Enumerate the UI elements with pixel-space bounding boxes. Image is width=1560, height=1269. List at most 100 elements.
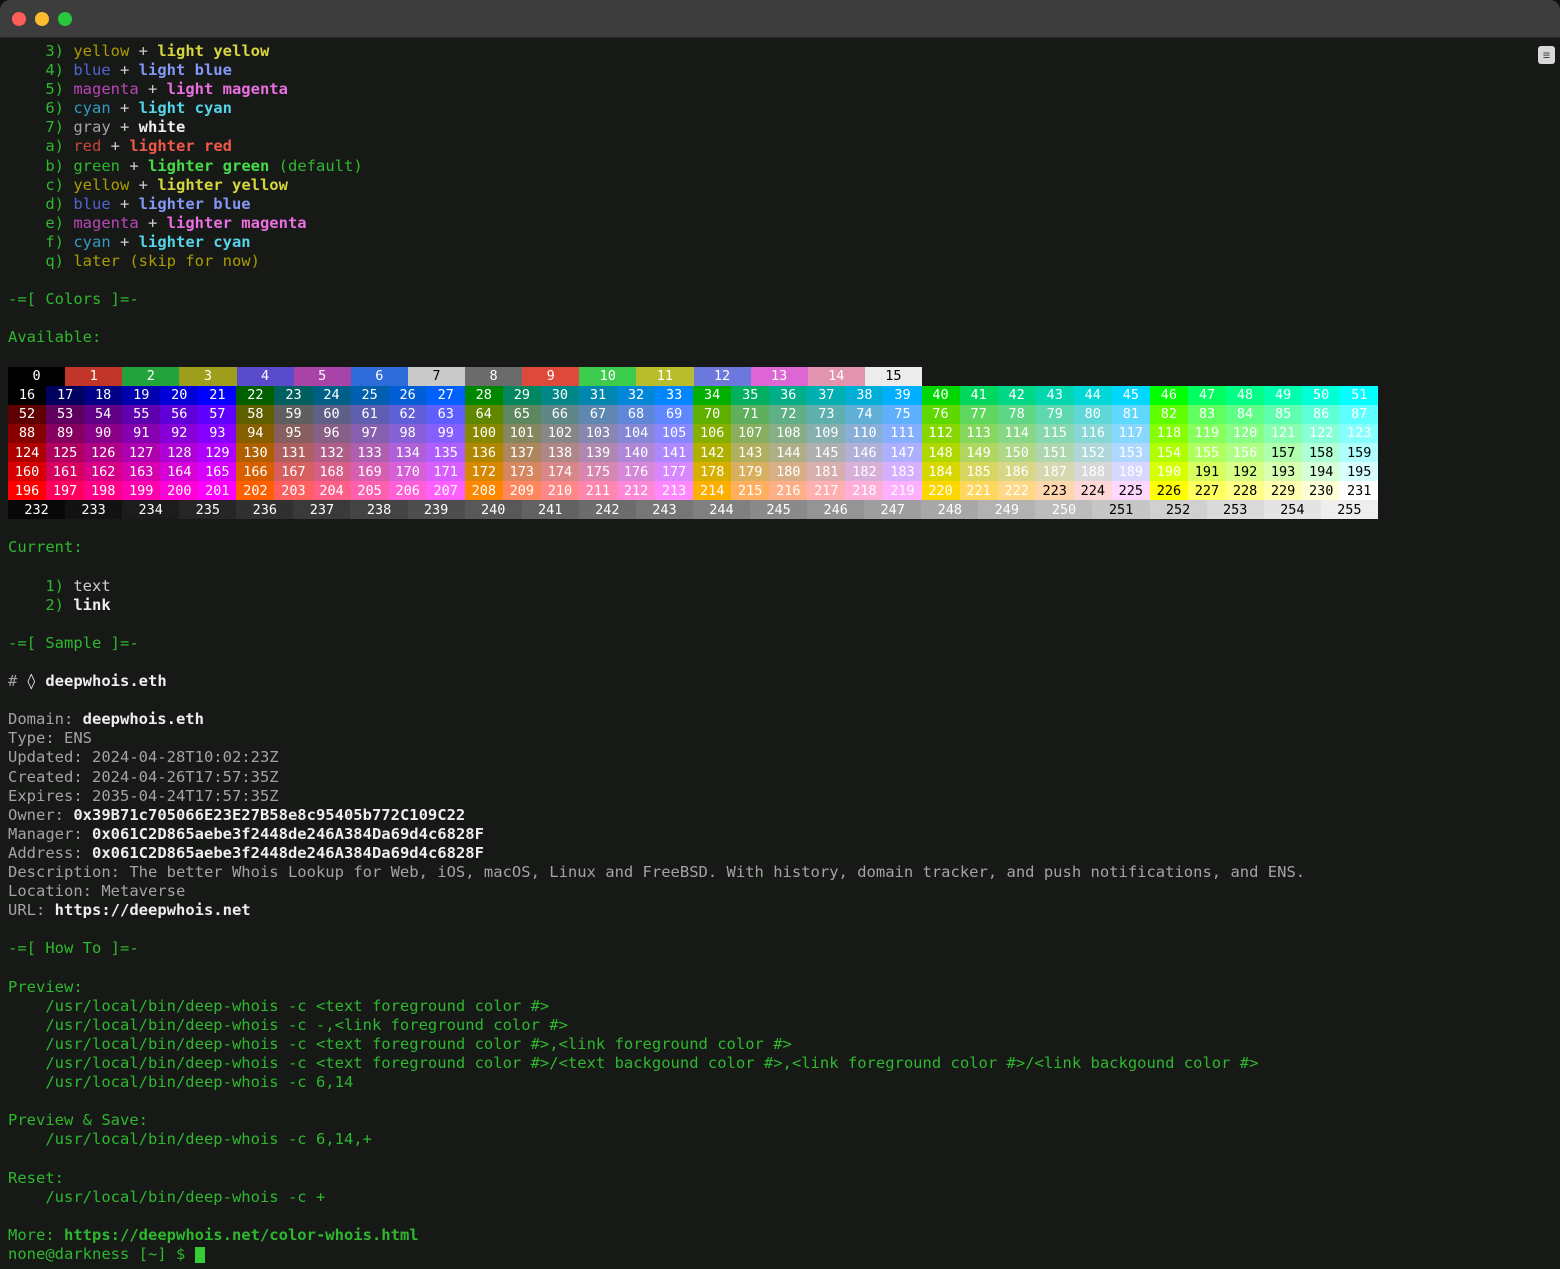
palette-cell: 251 <box>1092 500 1149 519</box>
text-segment: + <box>111 118 139 136</box>
text-segment: b) <box>8 157 73 175</box>
terminal-line: Manager: 0x061C2D865aebe3f2448de246A384D… <box>8 825 1560 844</box>
palette-cell: 112 <box>922 424 960 443</box>
palette-cell: 192 <box>1226 462 1264 481</box>
terminal-line: /usr/local/bin/deep-whois -c <text foreg… <box>8 1035 1560 1054</box>
palette-cell: 160 <box>8 462 46 481</box>
palette-cell: 166 <box>236 462 274 481</box>
palette-cell: 131 <box>274 443 312 462</box>
terminal-line: Domain: deepwhois.eth <box>8 710 1560 729</box>
palette-cell: 239 <box>408 500 465 519</box>
palette-cell: 105 <box>655 424 693 443</box>
palette-cell: 170 <box>389 462 427 481</box>
palette-cell: 169 <box>351 462 389 481</box>
terminal-line: Current: <box>8 538 1560 557</box>
terminal-line <box>8 348 1560 367</box>
palette-cell: 23 <box>274 386 312 405</box>
palette-cell: 233 <box>65 500 122 519</box>
palette-cell: 153 <box>1112 443 1150 462</box>
palette-cell: 13 <box>751 367 808 386</box>
palette-cell: 69 <box>655 405 693 424</box>
palette-cell: 175 <box>579 462 617 481</box>
palette-cell: 51 <box>1340 386 1378 405</box>
palette-cell: 223 <box>1036 481 1074 500</box>
text-segment: ◊ <box>27 672 46 690</box>
palette-cell: 33 <box>655 386 693 405</box>
palette-cell: 237 <box>293 500 350 519</box>
text-segment: magenta <box>73 80 138 98</box>
palette-cell: 64 <box>465 405 503 424</box>
palette-cell: 102 <box>541 424 579 443</box>
palette-cell: 35 <box>731 386 769 405</box>
text-segment: lighter yellow <box>157 176 288 194</box>
palette-cell: 156 <box>1226 443 1264 462</box>
titlebar <box>0 0 1560 38</box>
palette-cell: 27 <box>427 386 465 405</box>
palette-cell: 138 <box>541 443 579 462</box>
palette-cell: 54 <box>84 405 122 424</box>
scrollbar-button[interactable]: ≡ <box>1538 46 1555 64</box>
text-segment: -=[ Sample ]=- <box>8 634 139 652</box>
palette-cell: 222 <box>998 481 1036 500</box>
terminal-line: 4) blue + light blue <box>8 61 1560 80</box>
palette-cell: 219 <box>883 481 921 500</box>
palette-cell: 85 <box>1264 405 1302 424</box>
terminal-line <box>8 691 1560 710</box>
palette-cell: 34 <box>693 386 731 405</box>
text-segment: 0x061C2D865aebe3f2448de246A384Da69d4c682… <box>92 825 484 843</box>
palette-cell: 50 <box>1302 386 1340 405</box>
zoom-button[interactable] <box>58 12 72 26</box>
palette-cell: 16 <box>8 386 46 405</box>
palette-cell: 225 <box>1112 481 1150 500</box>
palette-cell: 70 <box>693 405 731 424</box>
palette-cell: 24 <box>313 386 351 405</box>
palette-cell: 212 <box>617 481 655 500</box>
palette-cell: 205 <box>351 481 389 500</box>
palette-cell: 22 <box>236 386 274 405</box>
palette-cell: 7 <box>408 367 465 386</box>
palette-cell: 184 <box>922 462 960 481</box>
palette-cell: 10 <box>579 367 636 386</box>
palette-cell: 106 <box>693 424 731 443</box>
palette-cell: 146 <box>845 443 883 462</box>
palette-cell: 178 <box>693 462 731 481</box>
palette-cell: 17 <box>46 386 84 405</box>
palette-cell: 163 <box>122 462 160 481</box>
palette-cell: 193 <box>1264 462 1302 481</box>
palette-cell: 200 <box>160 481 198 500</box>
palette-cell: 72 <box>769 405 807 424</box>
palette-cell: 45 <box>1112 386 1150 405</box>
text-segment: More: <box>8 1226 64 1244</box>
palette-cell: 159 <box>1340 443 1378 462</box>
palette-cell: 114 <box>998 424 1036 443</box>
text-segment: link <box>73 596 110 614</box>
text-segment: 5) <box>8 80 73 98</box>
palette-cell: 236 <box>236 500 293 519</box>
palette-cell: 173 <box>503 462 541 481</box>
palette-cell: 238 <box>350 500 407 519</box>
palette-cell: 226 <box>1150 481 1188 500</box>
palette-cell: 234 <box>122 500 179 519</box>
text-segment: /usr/local/bin/deep-whois -c 6,14,+ <box>8 1130 372 1148</box>
palette-cell: 231 <box>1340 481 1378 500</box>
palette-cell: 130 <box>236 443 274 462</box>
text-segment: Description: The better Whois Lookup for… <box>8 863 1305 881</box>
palette-cell: 91 <box>122 424 160 443</box>
text-segment: yellow <box>73 176 129 194</box>
palette-cell: 28 <box>465 386 503 405</box>
palette-cell: 250 <box>1035 500 1092 519</box>
text-segment: + <box>139 80 167 98</box>
text-segment: none@darkness [~] $ <box>8 1245 195 1263</box>
minimize-button[interactable] <box>35 12 49 26</box>
palette-cell: 252 <box>1150 500 1207 519</box>
text-segment: lighter blue <box>139 195 251 213</box>
close-button[interactable] <box>12 12 26 26</box>
palette-cell: 152 <box>1074 443 1112 462</box>
terminal-line: 3) yellow + light yellow <box>8 42 1560 61</box>
palette-cell: 144 <box>769 443 807 462</box>
text-segment: blue <box>73 61 110 79</box>
terminal-screen: 3) yellow + light yellow 4) blue + light… <box>0 38 1560 1264</box>
text-segment: Type: ENS <box>8 729 92 747</box>
palette-cell: 116 <box>1074 424 1112 443</box>
palette-cell: 244 <box>693 500 750 519</box>
